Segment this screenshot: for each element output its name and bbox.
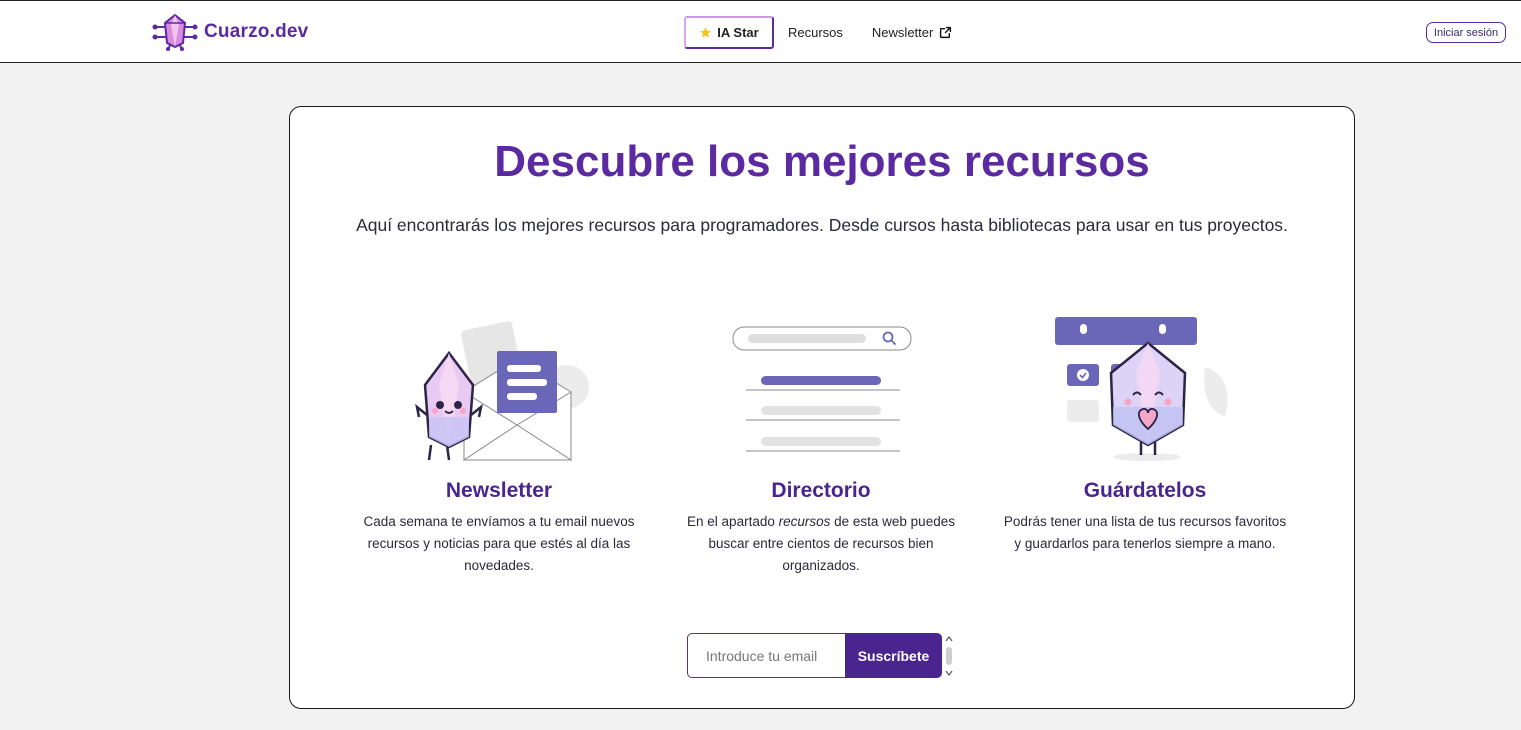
page-subtitle: Aquí encontrarás los mejores recursos pa…: [356, 215, 1288, 235]
main-nav: IA Star Recursos Newsletter: [684, 16, 952, 49]
site-logo[interactable]: Cuarzo.dev: [152, 13, 308, 51]
search-list-illustration: [732, 326, 912, 452]
resources-hero-card: Descubre los mejores recursos Aquí encon…: [289, 106, 1355, 709]
login-label: Iniciar sesión: [1433, 26, 1499, 39]
calendar-crystal-illustration: [1055, 317, 1228, 461]
feature-directorio-text-em: recursos: [778, 514, 831, 529]
crystal-logo-icon: [152, 13, 198, 51]
feature-guardatelos-title: Guárdatelos: [1083, 479, 1207, 502]
external-link-icon: [940, 26, 952, 39]
nav-link-recursos[interactable]: Recursos: [788, 25, 843, 40]
feature-newsletter: Newsletter Cada semana te envíamos a tu …: [349, 307, 649, 577]
ia-star-label: IA Star: [717, 25, 759, 40]
nav-newsletter-label: Newsletter: [871, 25, 934, 40]
login-button[interactable]: Iniciar sesión: [1426, 22, 1506, 43]
subscribe-button[interactable]: Suscríbete: [845, 633, 942, 678]
guardatelos-illustration: [995, 307, 1295, 467]
nav-recursos-label: Recursos: [788, 25, 843, 40]
page-title: Descubre los mejores recursos: [494, 137, 1150, 186]
feature-guardatelos: Guárdatelos Podrás tener una lista de tu…: [995, 307, 1295, 555]
ia-star-button[interactable]: IA Star: [684, 16, 774, 49]
email-input[interactable]: [687, 633, 845, 678]
feature-newsletter-text: Cada semana te envíamos a tu email nuevo…: [363, 514, 635, 573]
feature-guardatelos-text: Podrás tener una lista de tus recursos f…: [1003, 514, 1287, 551]
feature-newsletter-title: Newsletter: [445, 479, 553, 502]
feature-directorio-text: En el apartado recursos de esta web pued…: [671, 511, 971, 577]
feature-directorio-text-before: En el apartado: [687, 514, 779, 529]
top-navbar: Cuarzo.dev IA Star Recursos Newsletter I…: [0, 0, 1521, 63]
feature-directorio-title: Directorio: [771, 479, 871, 502]
form-scrollbar[interactable]: [944, 635, 954, 677]
directorio-illustration: [671, 307, 971, 467]
crystal-mail-illustration: [415, 321, 589, 461]
nav-link-newsletter[interactable]: Newsletter: [872, 25, 952, 40]
star-icon: [700, 27, 712, 38]
logo-text: Cuarzo.dev: [204, 21, 309, 42]
newsletter-illustration: [349, 307, 649, 467]
feature-directorio: Directorio En el apartado recursos de es…: [671, 307, 971, 577]
newsletter-subscribe-form: Suscríbete: [687, 633, 942, 678]
